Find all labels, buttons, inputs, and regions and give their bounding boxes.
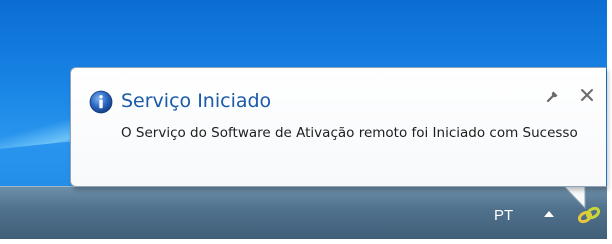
wrench-icon[interactable]: [545, 88, 561, 104]
notification-message: O Serviço do Software de Ativação remoto…: [121, 125, 578, 141]
chevron-up-icon[interactable]: [544, 211, 554, 217]
notification-balloon[interactable]: Serviço Iniciado O Serviço do Software d…: [70, 67, 606, 187]
taskbar: PT: [0, 186, 607, 239]
language-indicator[interactable]: PT: [494, 207, 513, 224]
info-icon: [89, 90, 113, 114]
notification-title: Serviço Iniciado: [121, 90, 272, 112]
close-icon[interactable]: [579, 87, 595, 103]
